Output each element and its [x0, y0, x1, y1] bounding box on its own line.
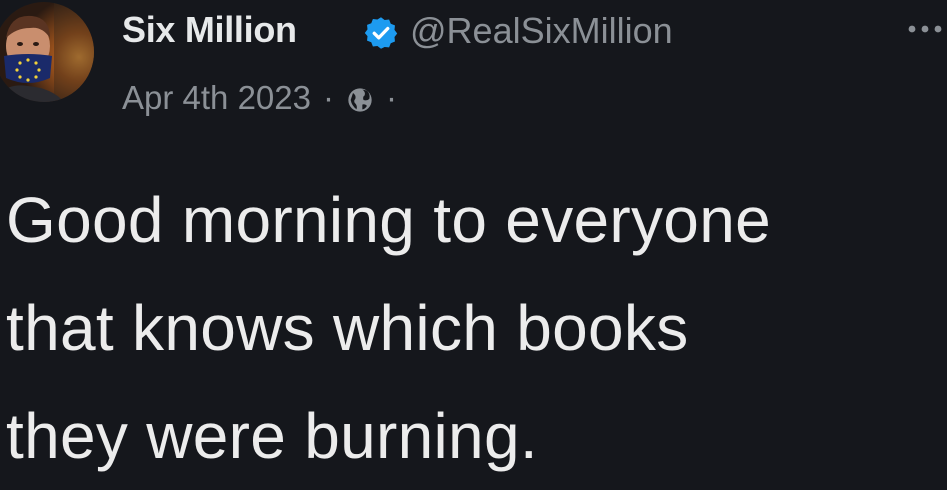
more-options-icon[interactable] [904, 14, 947, 44]
post-text-line: Good morning to everyone [6, 184, 771, 256]
post-card: Six Million @RealSixMillion Apr 4th 2023… [0, 0, 947, 472]
globe-icon [346, 84, 374, 112]
avatar[interactable] [0, 2, 94, 102]
meta-separator: · [322, 79, 334, 116]
display-name[interactable]: Six Million [122, 9, 297, 51]
post-text-line: that knows which books [6, 292, 689, 364]
post-text-line: they were burning. [6, 400, 538, 472]
verified-badge-icon [363, 15, 399, 51]
post-meta: Apr 4th 2023 · · [122, 78, 409, 118]
meta-separator-trailing: · [385, 79, 397, 116]
post-text: Good morning to everyone that knows whic… [6, 166, 941, 490]
post-date[interactable]: Apr 4th 2023 [122, 79, 311, 117]
user-handle[interactable]: @RealSixMillion [410, 10, 673, 52]
profile-photo-avatar [0, 2, 94, 102]
